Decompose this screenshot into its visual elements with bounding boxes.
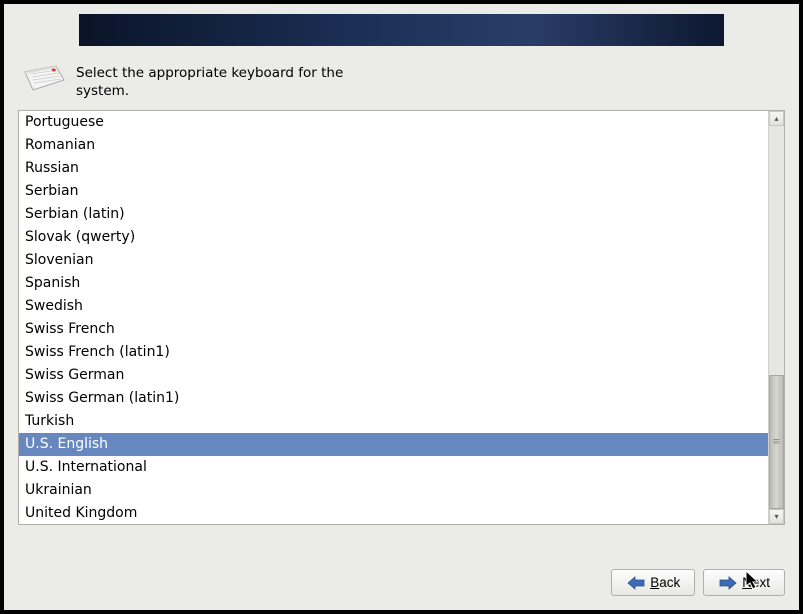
installer-window: Select the appropriate keyboard for the … (4, 4, 799, 610)
list-item[interactable]: Swiss German (latin1) (19, 387, 768, 410)
prompt-text: Select the appropriate keyboard for the … (76, 62, 346, 100)
next-button-label: Next (742, 575, 770, 590)
list-item[interactable]: Russian (19, 157, 768, 180)
list-item[interactable]: Portuguese (19, 111, 768, 134)
list-item[interactable]: Swiss French (latin1) (19, 341, 768, 364)
scrollbar-track[interactable] (769, 126, 784, 509)
scroll-down-button[interactable]: ▾ (769, 509, 784, 524)
list-item[interactable]: Romanian (19, 134, 768, 157)
list-item[interactable]: Turkish (19, 410, 768, 433)
chevron-up-icon: ▴ (774, 114, 778, 123)
arrow-right-icon (718, 576, 738, 590)
list-item[interactable]: Swiss French (19, 318, 768, 341)
list-item[interactable]: Slovak (qwerty) (19, 226, 768, 249)
keyboard-list-area: PortugueseRomanianRussianSerbianSerbian … (18, 110, 785, 525)
list-item[interactable]: Slovenian (19, 249, 768, 272)
chevron-down-icon: ▾ (774, 512, 778, 521)
list-item[interactable]: Swedish (19, 295, 768, 318)
scroll-up-button[interactable]: ▴ (769, 111, 784, 126)
list-item[interactable]: United Kingdom (19, 502, 768, 524)
list-item[interactable]: Swiss German (19, 364, 768, 387)
scrollbar[interactable]: ▴ ▾ (768, 111, 784, 524)
list-item[interactable]: Serbian (19, 180, 768, 203)
list-item[interactable]: U.S. International (19, 456, 768, 479)
list-item[interactable]: Spanish (19, 272, 768, 295)
prompt-row: Select the appropriate keyboard for the … (4, 46, 799, 110)
button-row: Back Next (4, 549, 799, 610)
keyboard-list[interactable]: PortugueseRomanianRussianSerbianSerbian … (19, 111, 768, 524)
list-item[interactable]: U.S. English (19, 433, 768, 456)
list-item[interactable]: Serbian (latin) (19, 203, 768, 226)
list-item[interactable]: Ukrainian (19, 479, 768, 502)
next-button[interactable]: Next (703, 569, 785, 596)
back-button-label: Back (650, 575, 680, 590)
keyboard-icon (22, 62, 66, 94)
arrow-left-icon (626, 576, 646, 590)
header-banner (79, 14, 724, 46)
back-button[interactable]: Back (611, 569, 695, 596)
scrollbar-thumb[interactable] (769, 375, 784, 509)
